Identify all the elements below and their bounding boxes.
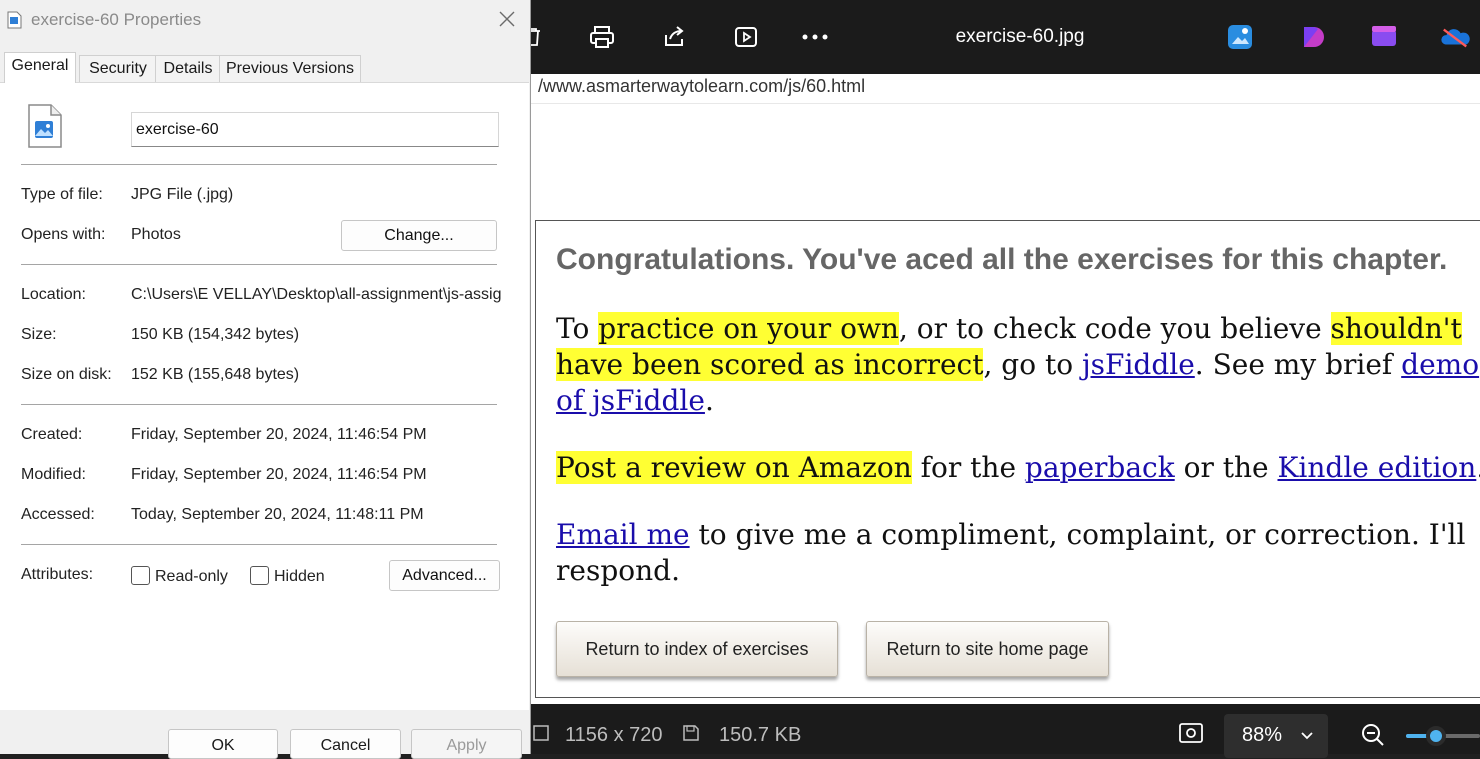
- practice-paragraph: To practice on your own, or to check cod…: [556, 311, 1480, 419]
- kindle-link[interactable]: Kindle edition: [1278, 451, 1477, 484]
- attributes-label: Attributes:: [21, 566, 94, 583]
- jsfiddle-link[interactable]: jsFiddle: [1082, 348, 1195, 381]
- hidden-label: Hidden: [274, 568, 325, 585]
- properties-dialog: exercise-60 Properties General Security …: [0, 0, 531, 759]
- divider: [21, 164, 497, 165]
- modified-value: Friday, September 20, 2024, 11:46:54 PM: [131, 466, 427, 483]
- viewer-statusbar: 1156 x 720 150.7 KB 88%: [530, 704, 1480, 758]
- highlight-review: Post a review on Amazon: [556, 451, 912, 484]
- text-span: , go to: [983, 348, 1082, 381]
- cancel-button[interactable]: Cancel: [290, 729, 401, 759]
- congrats-panel: Congratulations. You've aced all the exe…: [535, 220, 1480, 698]
- location-label: Location:: [21, 286, 86, 303]
- tab-details[interactable]: Details: [155, 55, 221, 82]
- jpg-file-icon: [27, 103, 63, 154]
- created-value: Friday, September 20, 2024, 11:46:54 PM: [131, 426, 427, 443]
- text-span: .: [704, 384, 714, 417]
- paperback-link[interactable]: paperback: [1025, 451, 1175, 484]
- file-size: 150.7 KB: [719, 724, 802, 746]
- highlight-practice: practice on your own: [598, 312, 899, 345]
- zoom-value: 88%: [1242, 724, 1283, 746]
- text-span: , or to check code you believe: [898, 312, 1331, 345]
- designer-icon[interactable]: [1225, 22, 1255, 52]
- tab-security[interactable]: Security: [79, 55, 157, 82]
- tab-general[interactable]: General: [4, 52, 76, 83]
- print-icon[interactable]: [587, 22, 617, 52]
- size-on-disk-value: 152 KB (155,648 bytes): [131, 366, 300, 383]
- apply-button[interactable]: Apply: [411, 729, 522, 759]
- readonly-checkbox[interactable]: [131, 566, 150, 585]
- clipchamp-icon[interactable]: [1298, 22, 1328, 52]
- image-dimensions: 1156 x 720: [565, 724, 663, 746]
- advanced-button[interactable]: Advanced...: [389, 560, 500, 591]
- location-value: C:\Users\E VELLAY\Desktop\all-assignment…: [131, 286, 501, 303]
- hidden-checkbox[interactable]: [250, 566, 269, 585]
- text-span: To: [556, 312, 599, 345]
- chevron-down-icon: [1300, 724, 1314, 747]
- close-icon[interactable]: [494, 8, 520, 32]
- text-span: or the: [1174, 451, 1278, 484]
- onedrive-icon[interactable]: [1440, 22, 1470, 52]
- opens-with-value: Photos: [131, 226, 181, 243]
- image-file-icon: [7, 11, 22, 34]
- zoom-slider[interactable]: [1406, 726, 1480, 746]
- divider: [21, 404, 497, 405]
- email-paragraph: Email me to give me a compliment, compla…: [556, 517, 1480, 589]
- zoom-slider-thumb[interactable]: [1426, 726, 1446, 746]
- text-span: . See my brief: [1194, 348, 1402, 381]
- more-icon[interactable]: [800, 22, 830, 52]
- video-editor-icon[interactable]: [1369, 22, 1399, 52]
- file-name-input[interactable]: [131, 112, 499, 147]
- opens-with-label: Opens with:: [21, 226, 106, 243]
- ok-button[interactable]: OK: [168, 729, 278, 759]
- accessed-value: Today, September 20, 2024, 11:48:11 PM: [131, 506, 424, 523]
- save-icon: [682, 724, 700, 747]
- change-button[interactable]: Change...: [341, 220, 497, 251]
- webpage-url: /www.asmarterwaytolearn.com/js/60.html: [530, 74, 1480, 104]
- divider: [21, 544, 497, 545]
- zoom-out-icon[interactable]: [1360, 722, 1386, 753]
- size-label: Size:: [21, 326, 57, 343]
- review-paragraph: Post a review on Amazon for the paperbac…: [556, 450, 1480, 486]
- size-value: 150 KB (154,342 bytes): [131, 326, 300, 343]
- zoom-dropdown[interactable]: 88%: [1224, 714, 1328, 758]
- text-span: for the: [911, 451, 1025, 484]
- viewer-title: exercise-60.jpg: [955, 26, 1085, 47]
- fit-window-icon[interactable]: [1178, 722, 1204, 749]
- dialog-title: exercise-60 Properties: [31, 10, 202, 29]
- divider: [21, 264, 497, 265]
- return-index-button[interactable]: Return to index of exercises: [556, 621, 838, 677]
- text-span: .: [1476, 451, 1480, 484]
- type-value: JPG File (.jpg): [131, 186, 234, 203]
- image-size-icon: [532, 724, 550, 747]
- url-text: /www.asmarterwaytolearn.com/js/60.html: [538, 76, 866, 96]
- readonly-label: Read-only: [155, 568, 228, 585]
- slideshow-icon[interactable]: [731, 22, 761, 52]
- return-home-button[interactable]: Return to site home page: [866, 621, 1109, 677]
- share-icon[interactable]: [659, 22, 689, 52]
- tab-previous-versions[interactable]: Previous Versions: [219, 55, 361, 82]
- size-on-disk-label: Size on disk:: [21, 366, 112, 383]
- accessed-label: Accessed:: [21, 506, 95, 523]
- type-label: Type of file:: [21, 186, 103, 203]
- email-link[interactable]: Email me: [556, 518, 690, 551]
- congrats-heading: Congratulations. You've aced all the exe…: [556, 243, 1448, 276]
- modified-label: Modified:: [21, 466, 86, 483]
- created-label: Created:: [21, 426, 83, 443]
- photo-canvas: /www.asmarterwaytolearn.com/js/60.html C…: [530, 74, 1480, 704]
- text-span: to give me a compliment, complaint, or c…: [556, 518, 1466, 587]
- general-panel: [0, 82, 529, 710]
